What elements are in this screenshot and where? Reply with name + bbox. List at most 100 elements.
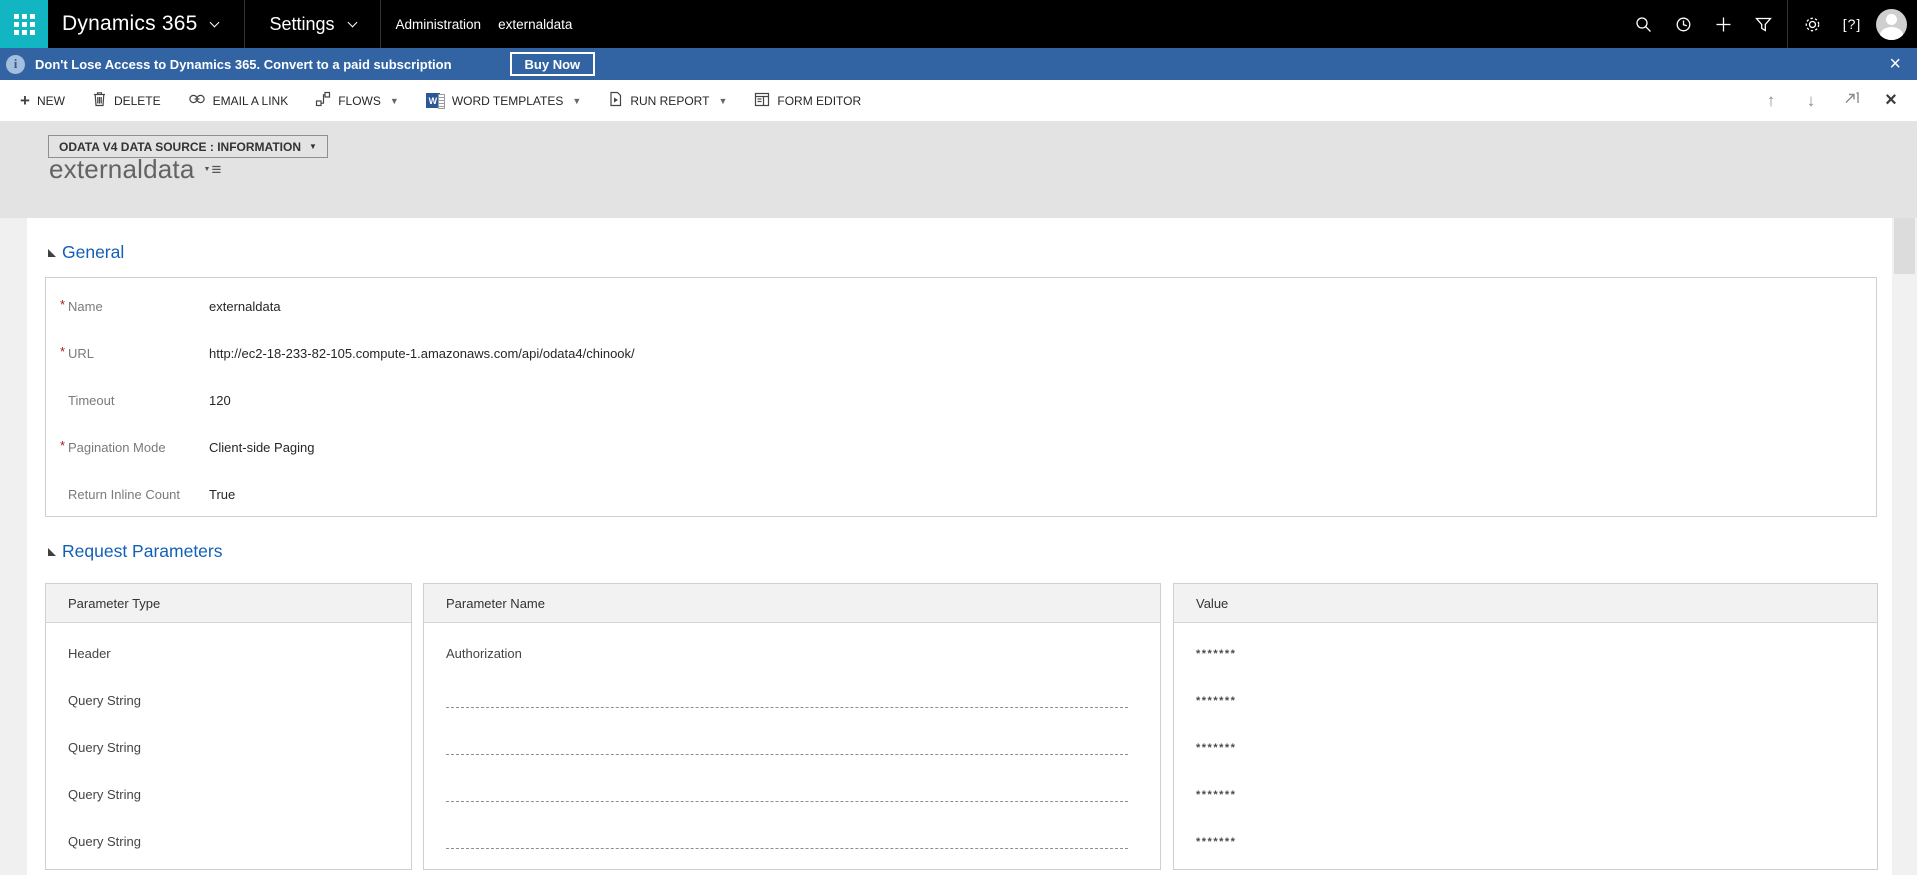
empty-field-dashed-line [446, 801, 1128, 802]
collapse-triangle-icon [48, 248, 56, 257]
flows-label: FLOWS [338, 93, 381, 108]
parameter-name-cell-empty[interactable] [424, 677, 1160, 724]
flow-icon [315, 91, 331, 110]
column-header: Parameter Type [46, 584, 411, 623]
word-icon: W [425, 93, 445, 109]
parameter-name-cell-empty[interactable] [424, 818, 1160, 865]
form-editor-button[interactable]: FORM EDITOR [754, 92, 861, 110]
banner-close-icon[interactable]: × [1883, 54, 1907, 74]
field-value[interactable]: http://ec2-18-233-82-105.compute-1.amazo… [209, 346, 635, 361]
chevron-down-icon [347, 17, 357, 28]
form-editor-label: FORM EDITOR [777, 93, 862, 108]
vertical-scrollbar[interactable] [1892, 218, 1917, 875]
field-label: URL [46, 344, 209, 361]
field-value[interactable]: True [209, 487, 235, 502]
word-templates-button[interactable]: W WORD TEMPLATES ▼ [425, 93, 582, 109]
close-icon[interactable]: × [1879, 89, 1903, 112]
new-label: NEW [36, 93, 65, 108]
next-record-down-arrow-icon[interactable]: ↓ [1799, 91, 1823, 111]
form-body: General Name externaldata URL http://ec2… [27, 218, 1892, 875]
trash-icon [92, 91, 107, 110]
delete-button[interactable]: DELETE [92, 91, 161, 110]
request-parameters-section-title: Request Parameters [62, 541, 223, 561]
masked-value-cell[interactable]: ******* [1174, 818, 1877, 865]
breadcrumb: Administration externaldata [381, 17, 573, 32]
scrollbar-thumb[interactable] [1894, 218, 1915, 274]
masked-value-cell[interactable]: ******* [1174, 630, 1877, 677]
request-parameters-section-header[interactable]: Request Parameters [48, 541, 223, 562]
general-fieldset: Name externaldata URL http://ec2-18-233-… [45, 277, 1877, 517]
record-navigation-group: ↑ ↓ × [1759, 89, 1917, 112]
field-value[interactable]: externaldata [209, 299, 281, 314]
plus-icon: + [20, 90, 30, 110]
settings-gear-icon[interactable] [1792, 0, 1832, 48]
general-section-title: General [62, 242, 125, 262]
parameter-type-cell[interactable]: Query String [46, 818, 411, 865]
masked-value-cell[interactable]: ******* [1174, 677, 1877, 724]
area-menu-settings[interactable]: Settings [245, 0, 381, 48]
field-label: Name [46, 297, 209, 314]
column-header: Parameter Name [424, 584, 1160, 623]
chevron-down-icon: ▼ [572, 95, 582, 106]
buy-now-button[interactable]: Buy Now [509, 52, 596, 76]
previous-record-up-arrow-icon[interactable]: ↑ [1759, 91, 1783, 111]
field-value[interactable]: 120 [209, 393, 231, 408]
link-icon [188, 93, 206, 108]
recent-history-icon[interactable] [1663, 0, 1703, 48]
field-label: Pagination Mode [46, 438, 209, 455]
column-header: Value [1174, 584, 1877, 623]
run-report-button[interactable]: RUN REPORT ▼ [608, 91, 727, 110]
new-button[interactable]: + NEW [20, 90, 65, 110]
report-icon [608, 91, 623, 110]
popout-icon[interactable] [1839, 90, 1863, 111]
search-icon[interactable] [1623, 0, 1663, 48]
topbar-icon-group: [?] [1623, 0, 1917, 48]
field-row-pagination-mode[interactable]: Pagination Mode Client-side Paging [46, 424, 1876, 471]
field-row-name[interactable]: Name externaldata [46, 283, 1876, 330]
empty-field-dashed-line [446, 754, 1128, 755]
breadcrumb-administration[interactable]: Administration [396, 17, 482, 32]
chevron-down-icon: ▼ [718, 95, 728, 106]
brand-label: Dynamics 365 [62, 12, 198, 35]
run-report-label: RUN REPORT [630, 93, 710, 108]
email-a-link-button[interactable]: EMAIL A LINK [188, 93, 288, 108]
general-section-header[interactable]: General [48, 242, 124, 263]
chevron-down-icon: ▼ [389, 95, 399, 106]
top-navigation-bar: Dynamics 365 Settings Administration ext… [0, 0, 1917, 48]
advanced-find-filter-icon[interactable] [1743, 0, 1783, 48]
parameter-name-cell-empty[interactable] [424, 724, 1160, 771]
flows-button[interactable]: FLOWS ▼ [315, 91, 399, 110]
field-row-timeout[interactable]: Timeout 120 [46, 377, 1876, 424]
record-set-list-icon[interactable]: ▼ ≡ [204, 160, 222, 180]
area-label: Settings [269, 13, 335, 34]
delete-label: DELETE [113, 93, 161, 108]
field-label: Return Inline Count [68, 487, 181, 502]
brand-menu[interactable]: Dynamics 365 [48, 0, 246, 48]
collapse-triangle-icon [48, 547, 56, 556]
form-selector-label: ODATA V4 DATA SOURCE : INFORMATION [59, 139, 301, 154]
page-title: externaldata [49, 154, 195, 184]
subscription-banner: i Don't Lose Access to Dynamics 365. Con… [0, 48, 1917, 80]
app-launcher-waffle-icon[interactable] [0, 0, 48, 48]
topbar-divider [1787, 0, 1788, 48]
parameter-type-cell[interactable]: Query String [46, 677, 411, 724]
help-icon[interactable]: [?] [1832, 0, 1872, 48]
parameter-name-cell[interactable]: Authorization [424, 630, 1160, 677]
field-row-return-inline-count[interactable]: Return Inline Count True [46, 471, 1876, 518]
user-avatar[interactable] [1876, 8, 1907, 40]
field-row-url[interactable]: URL http://ec2-18-233-82-105.compute-1.a… [46, 330, 1876, 377]
parameter-name-column: Parameter Name Authorization [423, 583, 1161, 870]
masked-value-cell[interactable]: ******* [1174, 771, 1877, 818]
value-column: Value ******* ******* ******* ******* **… [1173, 583, 1878, 870]
parameter-type-cell[interactable]: Query String [46, 771, 411, 818]
breadcrumb-externaldata[interactable]: externaldata [498, 17, 572, 32]
masked-value-cell[interactable]: ******* [1174, 724, 1877, 771]
field-label: Timeout [68, 393, 115, 408]
empty-field-dashed-line [446, 848, 1128, 849]
quick-create-plus-icon[interactable] [1703, 0, 1743, 48]
parameter-name-cell-empty[interactable] [424, 771, 1160, 818]
field-value[interactable]: Client-side Paging [209, 440, 315, 455]
parameter-type-cell[interactable]: Header [46, 630, 411, 677]
parameter-type-column: Parameter Type Header Query String Query… [45, 583, 412, 870]
parameter-type-cell[interactable]: Query String [46, 724, 411, 771]
